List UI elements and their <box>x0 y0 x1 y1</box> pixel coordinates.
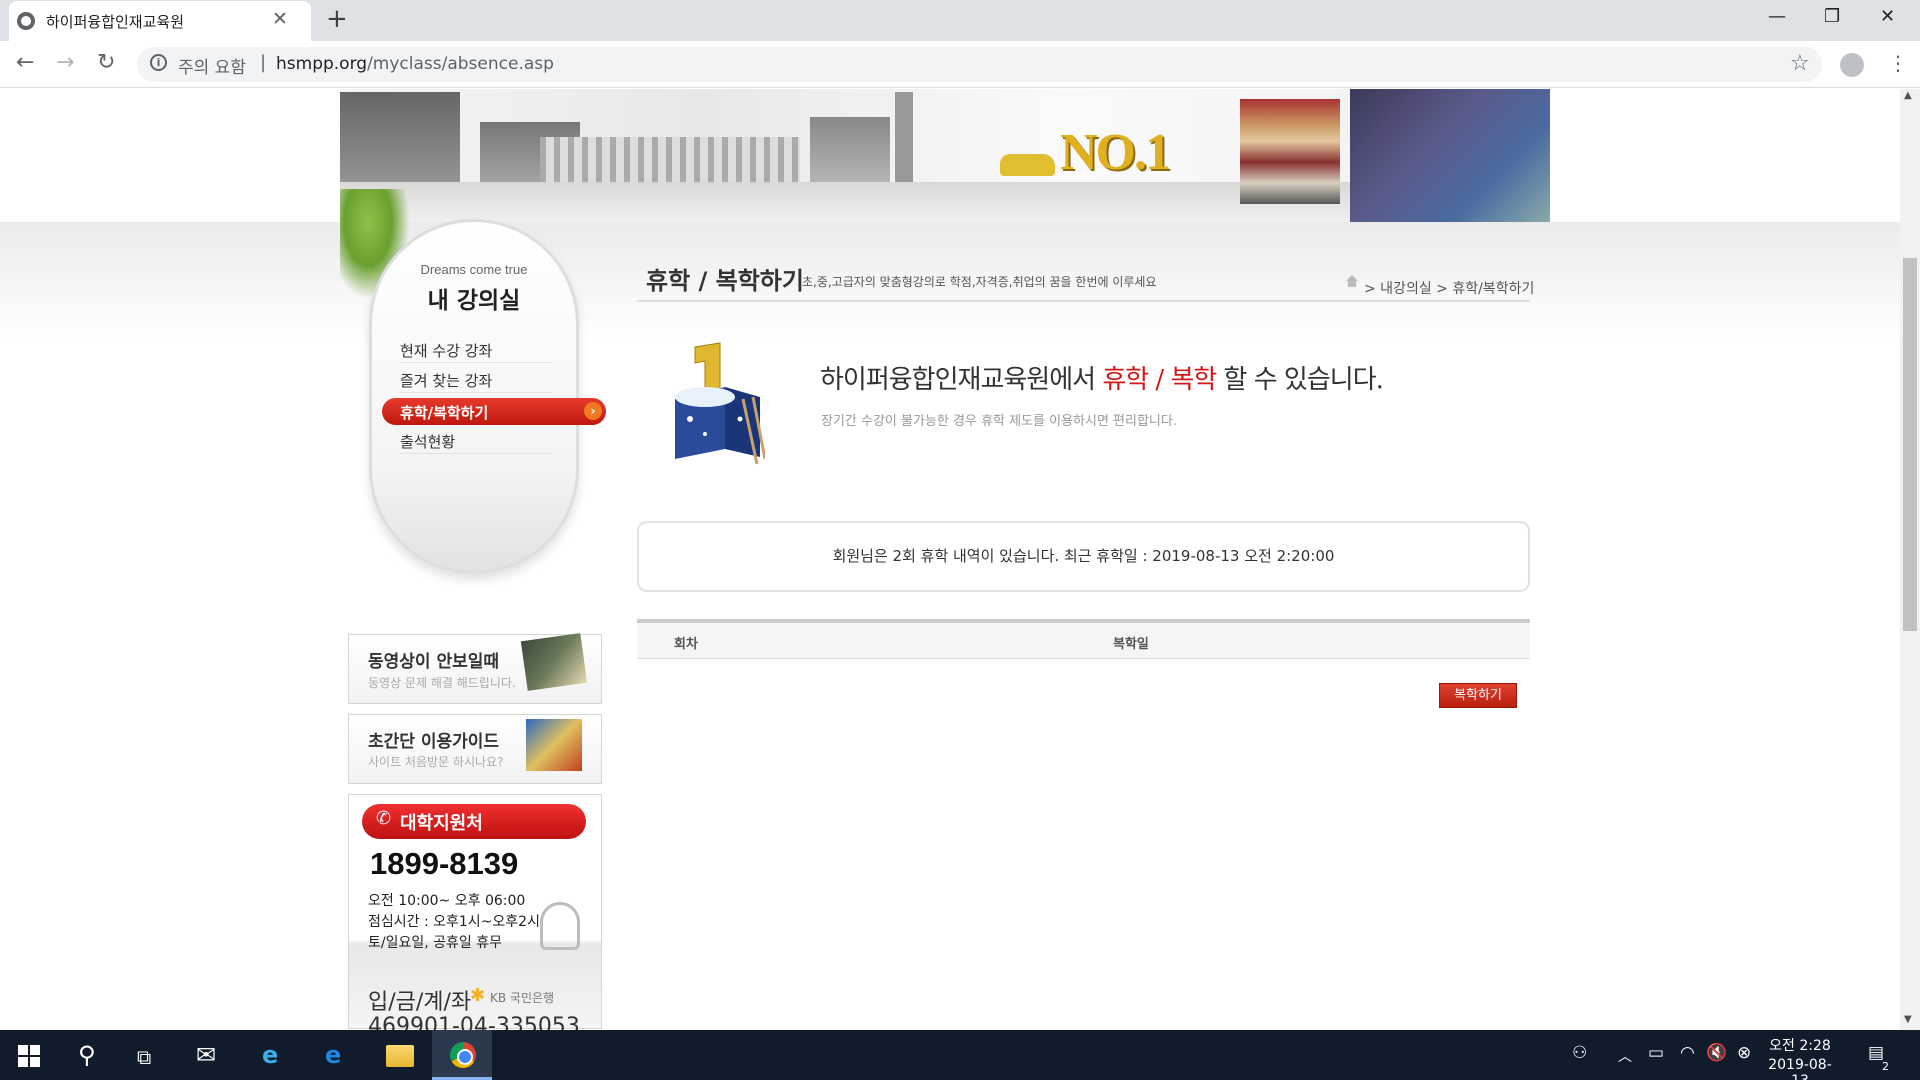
reload-icon[interactable]: ↻ <box>97 50 115 75</box>
restore-button[interactable]: ❐ <box>1824 6 1840 27</box>
back-arrow-icon[interactable]: ← <box>16 50 34 75</box>
task-view-icon[interactable]: ⧉ <box>137 1045 151 1069</box>
sidebar-title: 내 강의실 <box>427 288 521 314</box>
phone-icon: ✆ <box>376 808 392 829</box>
absence-status-text: 회원님은 2회 휴학 내역이 있습니다. 최근 휴학일 : 2019-08-13… <box>832 547 1335 565</box>
sidebar-item-attendance[interactable]: 출석현황 <box>400 428 552 454</box>
tab-title: 하이퍼융합인재교육원 <box>46 13 185 31</box>
profile-avatar-icon[interactable] <box>1840 53 1864 77</box>
mail-icon[interactable]: ✉ <box>196 1041 216 1069</box>
globe-icon <box>17 12 35 30</box>
absence-table-header <box>637 623 1530 659</box>
chevron-right-icon: › <box>584 402 602 420</box>
user-guide-title: 초간단 이용가이드 <box>368 732 500 752</box>
scroll-up-arrow-icon[interactable]: ▲ <box>1904 90 1912 101</box>
windows-start-icon[interactable] <box>18 1045 40 1067</box>
url-host: hsmpp.org <box>276 54 368 74</box>
edge-icon[interactable]: e <box>325 1041 341 1069</box>
user-guide-subtitle: 사이트 처음방문 하시나요? <box>368 755 504 769</box>
books-image <box>1240 99 1340 204</box>
info-icon[interactable]: i <box>150 54 167 71</box>
bookmark-star-icon[interactable]: ☆ <box>1790 51 1810 76</box>
wifi-icon[interactable]: ◠ <box>1680 1043 1695 1063</box>
sidebar-subtitle: Dreams come true <box>420 262 528 277</box>
headline-highlight: 휴학 / 복학 <box>1102 365 1217 395</box>
headline-suffix: 할 수 있습니다. <box>1216 365 1384 395</box>
column-header-round: 회차 <box>674 637 698 652</box>
contact-lunch: 점심시간 : 오후1시~오후2시 <box>368 914 540 930</box>
scrollbar-thumb[interactable] <box>1903 258 1917 631</box>
title-divider <box>637 300 1530 302</box>
forward-arrow-icon[interactable]: → <box>56 50 74 75</box>
no1-logo: NO.1 <box>1060 124 1171 181</box>
breadcrumb[interactable]: > 내강의실 > 휴학/복학하기 <box>1364 278 1534 298</box>
column-header-return-date: 복학일 <box>1113 637 1149 652</box>
car-image <box>1000 154 1055 176</box>
people-icon[interactable]: ⚇ <box>1572 1043 1587 1063</box>
video-help-subtitle: 동영상 문제 해결 해드립니다. <box>368 676 516 690</box>
url-text[interactable]: hsmpp.org/myclass/absence.asp <box>276 54 554 74</box>
chrome-icon <box>450 1042 476 1068</box>
sidebar-item-favorite-courses[interactable]: 즐겨 찾는 강좌 <box>400 367 552 393</box>
network-error-icon[interactable]: ⊗ <box>1737 1043 1751 1063</box>
tab-close-icon[interactable]: ✕ <box>272 8 288 30</box>
page-title: 휴학 / 복학하기 <box>646 267 804 295</box>
search-icon[interactable]: ⚲ <box>78 1041 96 1069</box>
page-viewport: NO.1 Dreams come true 내 강의실 현재 수강 강좌 즐겨 … <box>0 89 1900 1030</box>
window-close-button[interactable]: ✕ <box>1880 6 1895 27</box>
headline-prefix: 하이퍼융합인재교육원에서 <box>820 365 1103 395</box>
person-icon <box>540 902 580 950</box>
windows-taskbar <box>0 1030 1920 1080</box>
scroll-down-arrow-icon[interactable]: ▼ <box>1904 1014 1912 1025</box>
file-explorer-icon[interactable] <box>386 1045 414 1067</box>
header-banner: NO.1 <box>340 89 1550 222</box>
sidebar-item-absence[interactable]: 휴학/복학하기 <box>382 398 606 425</box>
contact-header: 대학지원처 <box>362 804 586 839</box>
video-help-title: 동영상이 안보일때 <box>368 652 500 672</box>
bank-name: KB 국민은행 <box>490 991 555 1005</box>
new-tab-button[interactable]: + <box>326 4 348 34</box>
tray-expand-icon[interactable]: ︿ <box>1618 1046 1632 1066</box>
browser-menu-icon[interactable]: ⋮ <box>1888 51 1908 75</box>
url-separator: | <box>260 52 267 73</box>
battery-icon[interactable]: ▭ <box>1648 1043 1664 1063</box>
contact-hours: 오전 10:00~ 오후 06:00 <box>368 893 526 909</box>
student-image <box>1350 89 1550 222</box>
contact-phone: 1899-8139 <box>370 846 519 881</box>
security-label[interactable]: 주의 요함 <box>178 53 246 78</box>
kb-logo-icon: ✱ <box>470 985 486 1006</box>
page-description: 초,중,고급자의 맞춤형강의로 학점,자격증,취업의 꿈을 한번에 이루세요 <box>802 275 1157 289</box>
clock-date[interactable]: 2019-08-13 <box>1760 1057 1840 1080</box>
sidebar-item-current-courses[interactable]: 현재 수강 강좌 <box>400 337 552 363</box>
info-headline: 하이퍼융합인재교육원에서 휴학 / 복학 할 수 있습니다. <box>820 359 1384 396</box>
contact-closed: 토/일요일, 공휴일 휴무 <box>368 935 502 951</box>
browser-book-icon <box>526 719 582 771</box>
bank-account: 469901-04-335053 <box>368 1014 580 1030</box>
return-to-school-button[interactable]: 복학하기 <box>1439 683 1517 708</box>
url-path: /myclass/absence.asp <box>367 54 554 74</box>
number-one-box-illustration <box>675 342 765 465</box>
notification-count: 2 <box>1882 1060 1889 1073</box>
monitor-icon <box>520 633 588 691</box>
minimize-button[interactable]: — <box>1768 6 1786 27</box>
bank-label: 입/금/계/좌 <box>368 990 472 1015</box>
info-subtext: 장기간 수강이 불가능한 경우 휴학 제도를 이용하시면 편리합니다. <box>821 414 1177 429</box>
volume-muted-icon[interactable]: 🔇 <box>1706 1043 1727 1063</box>
internet-explorer-icon[interactable]: e <box>262 1041 278 1069</box>
clock-time[interactable]: 오전 2:28 <box>1760 1035 1840 1055</box>
